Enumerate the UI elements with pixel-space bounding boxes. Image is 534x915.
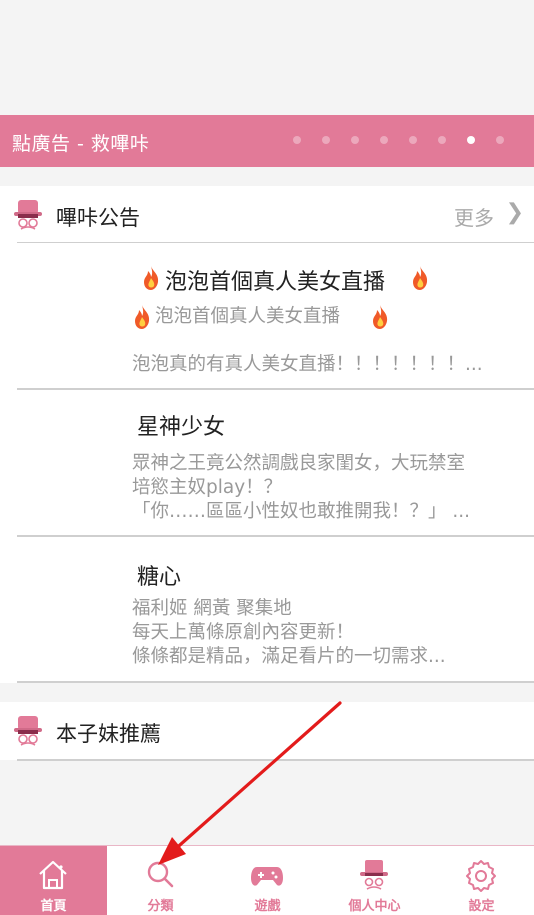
list-item-description-line: 眾神之王竟公然調戲良家閨女，大玩禁室 [132, 453, 466, 474]
list-divider [17, 681, 534, 683]
list-item-description: 泡泡真的有真人美女直播！！！！！！！... [132, 354, 483, 375]
bottom-tab-bar: 首頁 分類 遊戲 個人中心 設定 [0, 845, 534, 915]
list-item-title: 泡泡首個真人美女直播 [165, 270, 386, 295]
carousel-dot[interactable] [322, 136, 330, 144]
ad-banner[interactable]: 點廣告 - 救嗶咔 [0, 115, 534, 167]
carousel-dot-active[interactable] [467, 136, 475, 144]
fire-icon [135, 305, 150, 329]
tab-category[interactable]: 分類 [107, 846, 214, 915]
carousel-dot[interactable] [380, 136, 388, 144]
tab-label: 個人中心 [348, 899, 401, 914]
gamepad-icon [251, 867, 283, 886]
fire-icon [413, 266, 428, 290]
list-item-description-line: 福利姬 網黃 聚集地 [132, 598, 292, 619]
announcements-title: 嗶咔公告 [56, 206, 140, 230]
tab-label: 首頁 [40, 899, 67, 914]
tab-profile[interactable]: 個人中心 [321, 846, 428, 915]
carousel-dot[interactable] [496, 136, 504, 144]
tab-home[interactable]: 首頁 [0, 846, 107, 915]
hat-icon [360, 860, 388, 890]
hat-mascot-icon [14, 200, 42, 230]
list-item-title: 星神少女 [137, 415, 226, 440]
more-button[interactable]: 更多 [454, 202, 494, 231]
ad-banner-title: 點廣告 - 救嗶咔 [12, 133, 150, 155]
carousel-dot[interactable] [293, 136, 301, 144]
recommend-header[interactable]: 本子妹推薦 [0, 702, 534, 760]
section-divider [17, 759, 534, 761]
hat-mascot-icon [14, 716, 42, 746]
carousel-dot[interactable] [409, 136, 417, 144]
carousel-indicator [293, 136, 504, 144]
list-item-description-line: 培慾主奴play！？ [132, 477, 283, 498]
gear-icon [466, 860, 496, 892]
list-item[interactable]: 星神少女 眾神之王竟公然調戲良家閨女，大玩禁室 培慾主奴play！？ 「你……區… [0, 390, 534, 536]
announcements-header: 嗶咔公告 更多 ❯ [0, 186, 534, 244]
list-item[interactable]: 泡泡首個真人美女直播 泡泡首個真人美女直播 泡泡真的有真人美女直播！！！！！！！… [0, 243, 534, 389]
list-item-title: 糖心 [137, 565, 182, 590]
announcement-list: 泡泡首個真人美女直播 泡泡首個真人美女直播 泡泡真的有真人美女直播！！！！！！！… [0, 243, 534, 683]
list-item-description-line: 「你……區區小性奴也敢推開我！？」 ... [132, 501, 471, 522]
list-item-subtitle: 泡泡首個真人美女直播 [155, 306, 341, 327]
search-icon [147, 861, 174, 888]
fire-icon [144, 266, 159, 290]
chevron-right-icon[interactable]: ❯ [506, 200, 524, 225]
tab-label: 分類 [147, 899, 174, 914]
carousel-dot[interactable] [438, 136, 446, 144]
home-icon [39, 860, 67, 890]
recommend-title: 本子妹推薦 [56, 722, 161, 746]
list-item-description-line: 每天上萬條原創內容更新！ [132, 622, 355, 643]
list-item-description-line: 條條都是精品，滿足看片的一切需求... [132, 646, 446, 667]
fire-icon [373, 305, 388, 329]
tab-label: 設定 [468, 899, 495, 914]
tab-label: 遊戲 [254, 899, 281, 914]
tab-settings[interactable]: 設定 [428, 846, 534, 915]
carousel-dot[interactable] [351, 136, 359, 144]
list-item[interactable]: 糖心 福利姬 網黃 聚集地 每天上萬條原創內容更新！ 條條都是精品，滿足看片的一… [0, 537, 534, 683]
tab-games[interactable]: 遊戲 [214, 846, 321, 915]
